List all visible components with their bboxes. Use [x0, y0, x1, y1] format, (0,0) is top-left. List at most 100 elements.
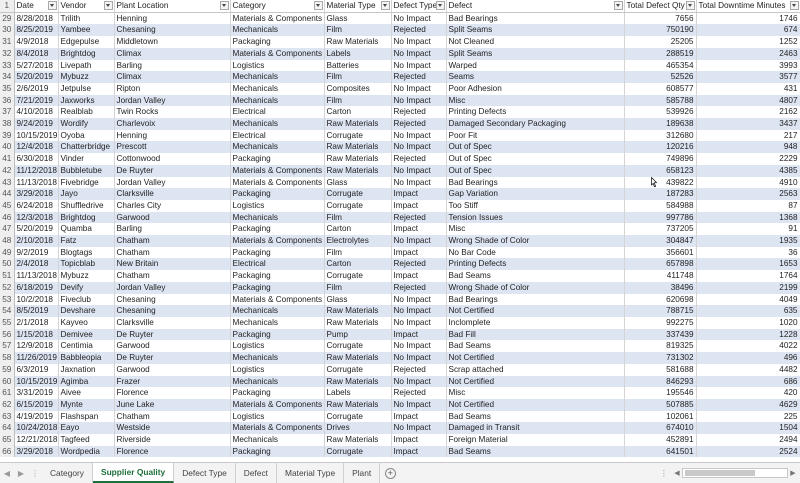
- table-cell[interactable]: No Impact: [391, 398, 447, 411]
- table-cell[interactable]: Twin Rocks: [114, 106, 231, 119]
- table-cell[interactable]: 217: [696, 129, 800, 142]
- row-number[interactable]: 45: [0, 199, 15, 212]
- table-row[interactable]: 56 1/15/2018 Demivee De Ruyter Packaging Pump…: [0, 328, 800, 341]
- table-cell[interactable]: Topicblab: [58, 258, 115, 271]
- row-number[interactable]: 47: [0, 223, 15, 236]
- table-cell[interactable]: Electrical: [230, 106, 325, 119]
- table-cell[interactable]: 52526: [624, 71, 697, 83]
- row-number[interactable]: 61: [0, 387, 15, 399]
- table-cell[interactable]: 187283: [624, 188, 697, 200]
- table-cell[interactable]: Film: [324, 94, 392, 107]
- table-cell[interactable]: Climax: [114, 47, 231, 60]
- table-cell[interactable]: Bubbletube: [58, 164, 115, 177]
- sheet-tab-material-type[interactable]: Material Type: [277, 463, 345, 483]
- table-cell[interactable]: 1764: [696, 270, 800, 282]
- table-row[interactable]: 29 8/28/2018 Trilith Henning Materials & Com…: [0, 12, 800, 25]
- table-cell[interactable]: Foreign Material: [446, 434, 625, 446]
- table-cell[interactable]: Florence: [114, 445, 231, 458]
- table-cell[interactable]: 10/15/2019: [14, 375, 59, 388]
- table-cell[interactable]: 11/13/2018: [14, 270, 59, 282]
- table-cell[interactable]: 641501: [624, 445, 697, 458]
- table-cell[interactable]: Tension Issues: [446, 211, 625, 224]
- table-cell[interactable]: 12/21/2018: [14, 434, 59, 446]
- table-cell[interactable]: No Impact: [391, 94, 447, 107]
- row-number[interactable]: 38: [0, 118, 15, 130]
- table-cell[interactable]: Clarksville: [114, 188, 231, 200]
- table-cell[interactable]: Logistics: [230, 59, 325, 72]
- row-number[interactable]: 53: [0, 293, 15, 306]
- table-cell[interactable]: Rejected: [391, 153, 447, 165]
- table-cell[interactable]: 8/5/2019: [14, 305, 59, 317]
- table-cell[interactable]: 25205: [624, 36, 697, 48]
- row-number-header[interactable]: 1: [0, 0, 15, 13]
- table-cell[interactable]: Rejected: [391, 211, 447, 224]
- table-cell[interactable]: Oyoba: [58, 129, 115, 142]
- table-row[interactable]: 53 10/2/2018 Fiveclub Chesaning Materials & …: [0, 293, 800, 306]
- row-number[interactable]: 31: [0, 36, 15, 48]
- prev-sheet-arrow-icon[interactable]: ◀: [0, 463, 14, 483]
- row-number[interactable]: 52: [0, 281, 15, 294]
- filter-dropdown-icon[interactable]: [685, 1, 695, 10]
- row-number[interactable]: 64: [0, 422, 15, 435]
- table-cell[interactable]: Barling: [114, 59, 231, 72]
- filter-dropdown-icon[interactable]: [380, 1, 390, 10]
- table-cell[interactable]: Corrugate: [324, 410, 392, 423]
- table-cell[interactable]: 2463: [696, 47, 800, 60]
- row-number[interactable]: 37: [0, 106, 15, 119]
- table-row[interactable]: 48 2/10/2018 Fatz Chatham Materials & Compon…: [0, 235, 800, 247]
- table-cell[interactable]: Raw Materials: [324, 305, 392, 317]
- table-cell[interactable]: Fivebridge: [58, 176, 115, 189]
- table-cell[interactable]: 11/26/2019: [14, 352, 59, 364]
- table-cell[interactable]: Raw Materials: [324, 352, 392, 364]
- table-cell[interactable]: Jaxnation: [58, 363, 115, 376]
- row-number[interactable]: 50: [0, 258, 15, 271]
- table-cell[interactable]: Glass: [324, 12, 392, 25]
- table-cell[interactable]: Not Certified: [446, 352, 625, 364]
- table-cell[interactable]: 337439: [624, 328, 697, 341]
- table-cell[interactable]: Not Cleaned: [446, 36, 625, 48]
- table-cell[interactable]: Raw Materials: [324, 398, 392, 411]
- table-cell[interactable]: 3/29/2018: [14, 188, 59, 200]
- row-number[interactable]: 54: [0, 305, 15, 317]
- table-cell[interactable]: Charlevoix: [114, 118, 231, 130]
- table-cell[interactable]: Wordify: [58, 118, 115, 130]
- table-cell[interactable]: Corrugate: [324, 188, 392, 200]
- table-row[interactable]: 39 10/15/2019 Oyoba Henning Electrical Corrug…: [0, 129, 800, 142]
- table-cell[interactable]: Logistics: [230, 363, 325, 376]
- table-cell[interactable]: Carton: [324, 258, 392, 271]
- table-cell[interactable]: 7/21/2019: [14, 94, 59, 107]
- table-cell[interactable]: Vinder: [58, 153, 115, 165]
- table-cell[interactable]: Devify: [58, 281, 115, 294]
- table-cell[interactable]: 846293: [624, 375, 697, 388]
- table-cell[interactable]: Tagfeed: [58, 434, 115, 446]
- filter-dropdown-icon[interactable]: [613, 1, 623, 10]
- table-cell[interactable]: Mynte: [58, 398, 115, 411]
- table-cell[interactable]: Garwood: [114, 211, 231, 224]
- table-cell[interactable]: Damaged Secondary Packaging: [446, 118, 625, 130]
- table-cell[interactable]: Not Certified: [446, 398, 625, 411]
- table-row[interactable]: 50 2/4/2018 Topicblab New Britain Electrical…: [0, 258, 800, 271]
- table-cell[interactable]: 288519: [624, 47, 697, 60]
- table-cell[interactable]: Chatham: [114, 270, 231, 282]
- table-cell[interactable]: 620698: [624, 293, 697, 306]
- table-cell[interactable]: Trilith: [58, 12, 115, 25]
- table-row[interactable]: 40 12/4/2018 Chatterbridge Prescott Mechanic…: [0, 141, 800, 154]
- scrollbar-track[interactable]: [682, 468, 788, 478]
- table-row[interactable]: 57 12/9/2018 Centimia Garwood Logistics Corru…: [0, 340, 800, 353]
- table-cell[interactable]: Livepath: [58, 59, 115, 72]
- table-cell[interactable]: No Impact: [391, 59, 447, 72]
- row-number[interactable]: 49: [0, 246, 15, 259]
- row-number[interactable]: 40: [0, 141, 15, 154]
- table-cell[interactable]: Packaging: [230, 328, 325, 341]
- table-cell[interactable]: Not Certified: [446, 375, 625, 388]
- table-cell[interactable]: 2524: [696, 445, 800, 458]
- table-cell[interactable]: 6/30/2018: [14, 153, 59, 165]
- row-number[interactable]: 56: [0, 328, 15, 341]
- table-cell[interactable]: Gap Variation: [446, 188, 625, 200]
- scroll-right-arrow-icon[interactable]: ▶: [788, 469, 798, 477]
- row-number[interactable]: 59: [0, 363, 15, 376]
- table-cell[interactable]: De Ruyter: [114, 164, 231, 177]
- table-cell[interactable]: Barling: [114, 223, 231, 236]
- table-cell[interactable]: 496: [696, 352, 800, 364]
- table-cell[interactable]: Flashspan: [58, 410, 115, 423]
